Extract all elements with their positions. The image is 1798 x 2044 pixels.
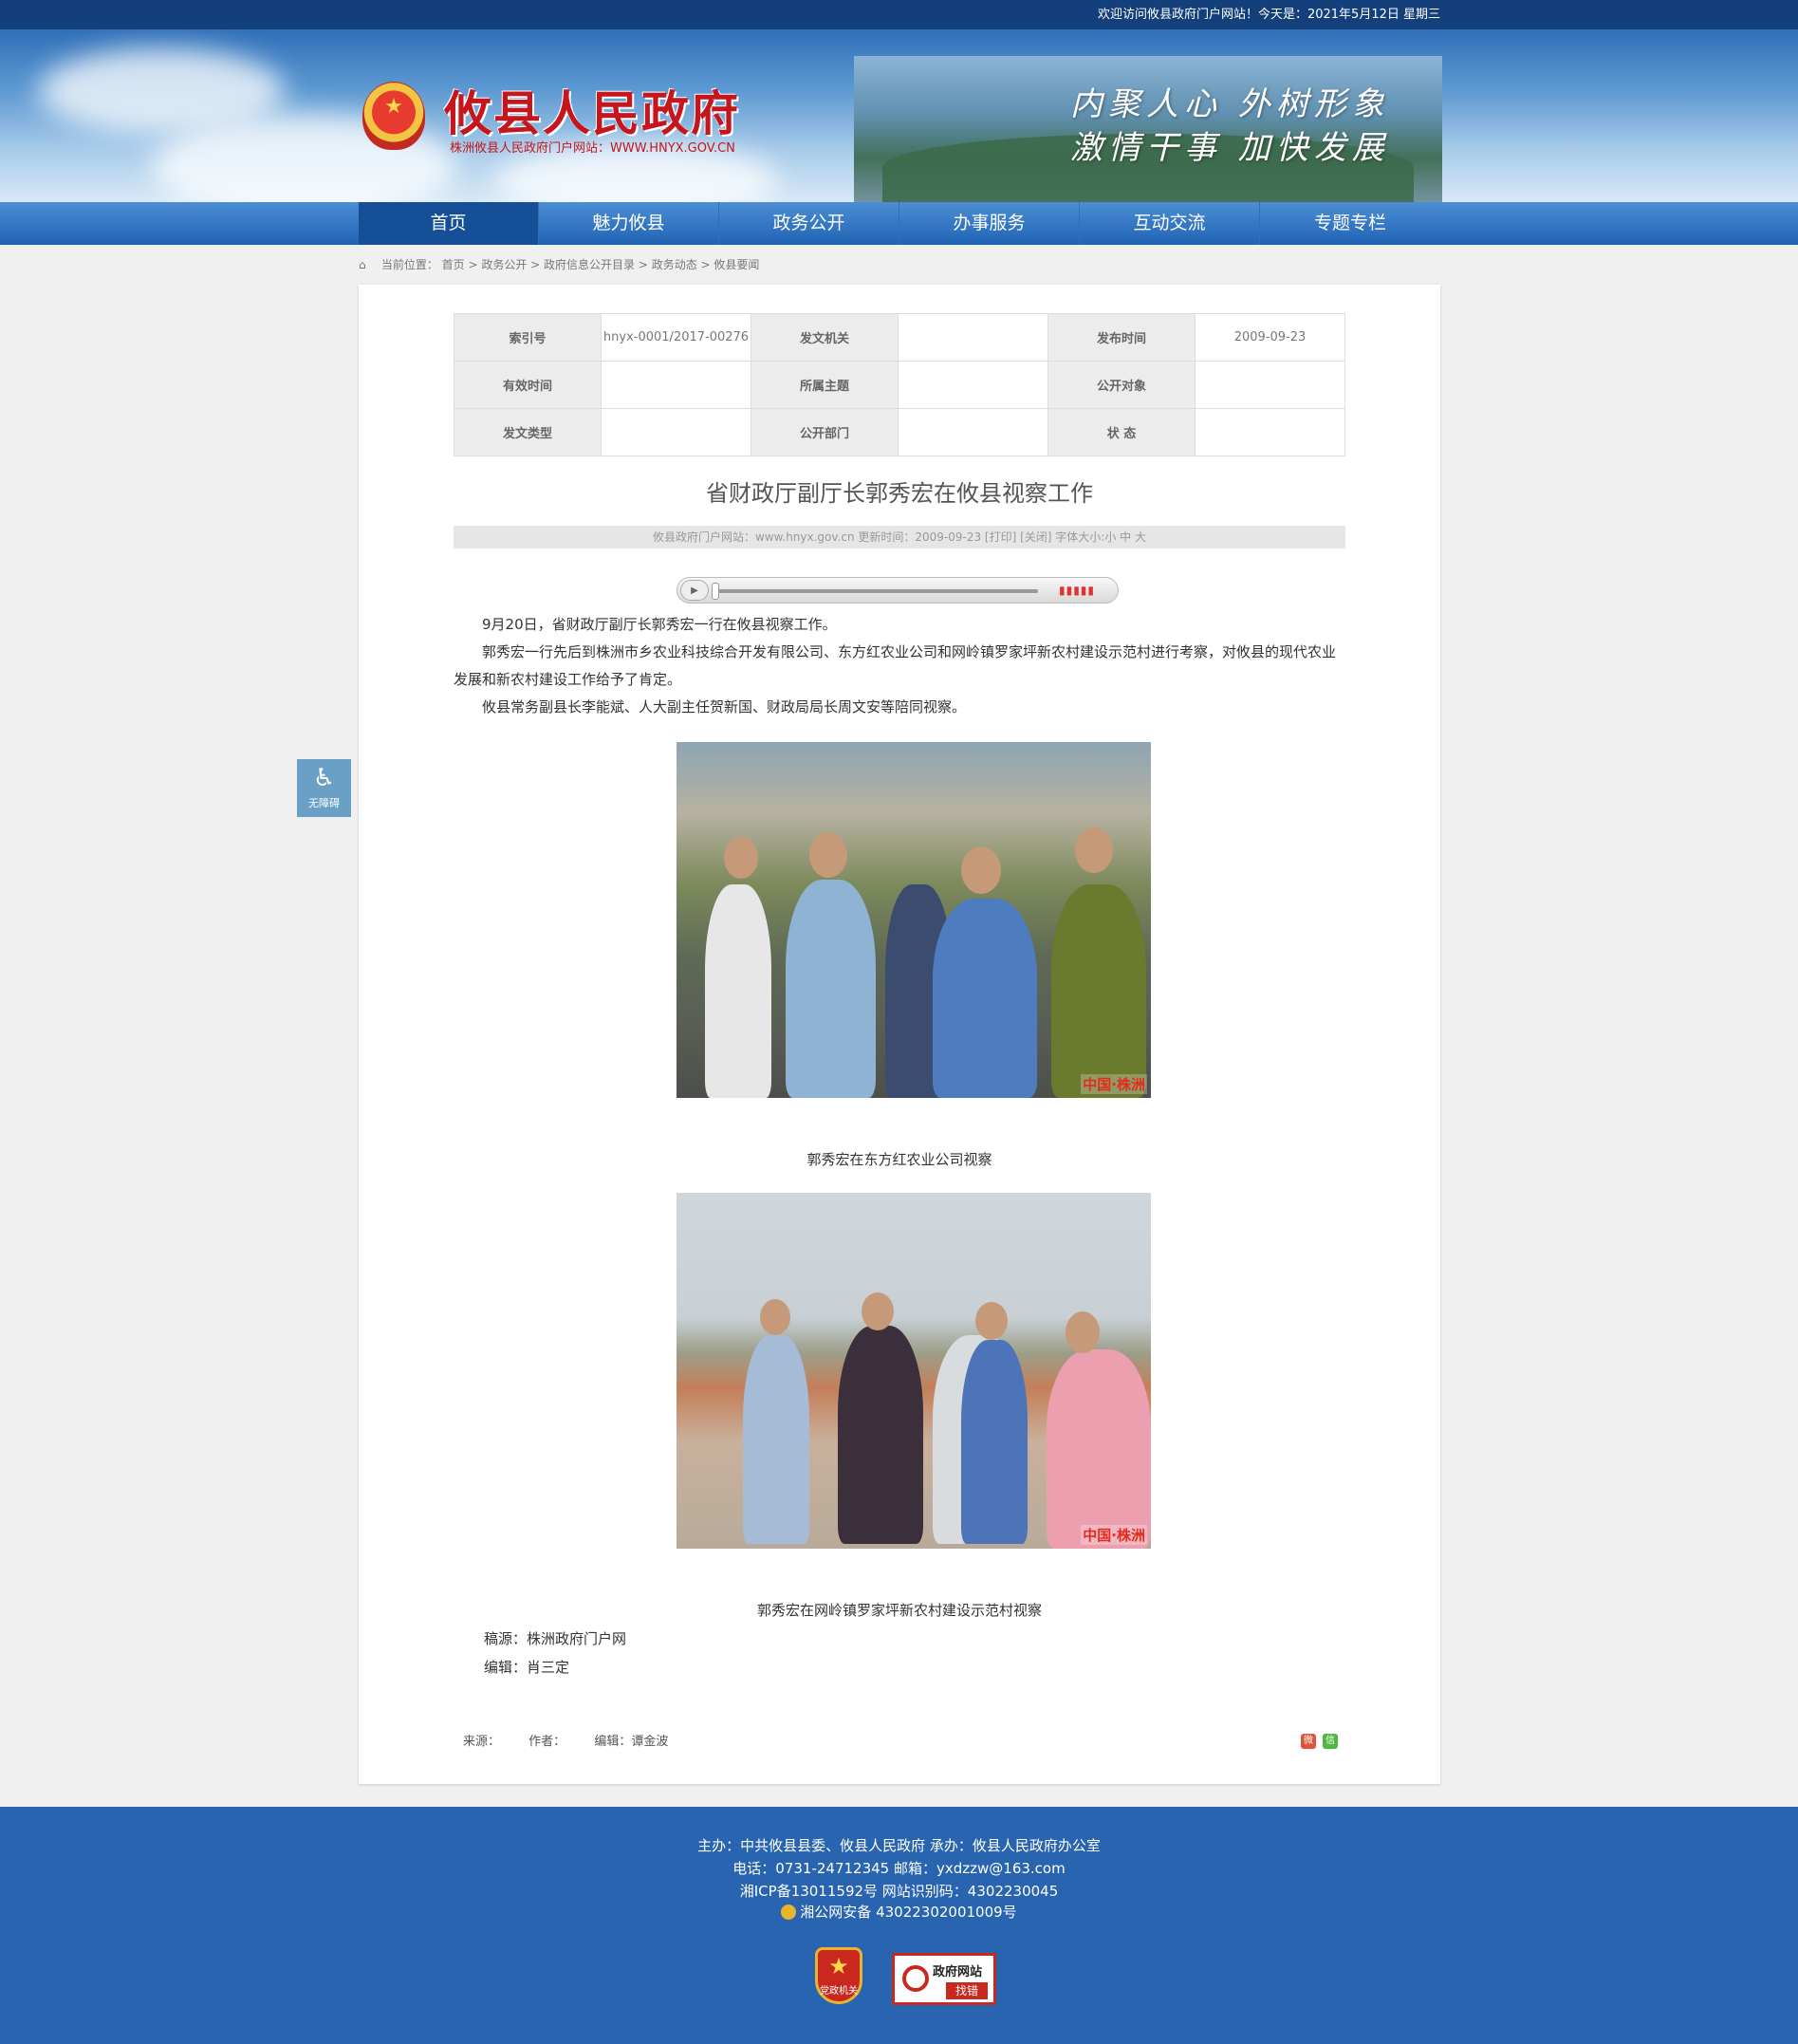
article-source-credit: 稿源：株洲政府门户网 (484, 1630, 627, 1647)
photo-figure (975, 1302, 1008, 1340)
footer-contact: 电话：0731-24712345 邮箱：yxdzzw@163.com (732, 1860, 1066, 1877)
photo-figure (961, 846, 1001, 894)
breadcrumb-path[interactable]: 首页 > 政务公开 > 政府信息公开目录 > 政务动态 > 攸县要闻 (442, 258, 760, 271)
meta-label: 发文类型 (454, 408, 602, 456)
report-error-action: 找错 (946, 1982, 988, 1999)
photo-figure (838, 1326, 923, 1544)
photo-figure (862, 1292, 894, 1330)
slogan-line-2: 激情干事 加快发展 (1070, 129, 1390, 167)
nav-item-gov-affairs[interactable]: 政务公开 (719, 202, 899, 245)
meta-value (898, 408, 1048, 456)
meta-label: 索引号 (454, 313, 602, 362)
article-info-bar[interactable]: 攸县政府门户网站：www.hnyx.gov.cn 更新时间：2009-09-23… (454, 526, 1345, 548)
photo-figure (786, 880, 876, 1098)
photo-caption-1: 郭秀宏在东方红农业公司视察 (806, 1151, 992, 1168)
article-paragraph: 郭秀宏一行先后到株洲市乡农业科技综合开发有限公司、东方红农业公司和网岭镇罗家坪新… (454, 643, 1337, 688)
article-paragraph: 9月20日，省财政厅副厅长郭秀宏一行在攸县视察工作。 (482, 616, 837, 633)
meta-value (1195, 408, 1345, 456)
meta-label: 状 态 (1047, 408, 1196, 456)
police-record-text: 湘公网安备 43022302001009号 (800, 1904, 1017, 1921)
meta-label: 所属主题 (751, 361, 899, 409)
photo-figure (705, 884, 771, 1098)
photo-figure (961, 1340, 1028, 1544)
badge-emblem-icon: ★ (828, 1953, 849, 1979)
source-bar: 来源： 作者： 编辑：谭金波 (463, 1731, 693, 1749)
photo-figure (760, 1299, 790, 1335)
greeting-text: 欢迎访问攸县政府门户网站！今天是：2021年5月12日 星期三 (1097, 8, 1440, 22)
party-gov-badge[interactable]: ★ 党政机关 (815, 1947, 862, 2004)
meta-label: 发布时间 (1047, 313, 1196, 362)
meta-label: 公开对象 (1047, 361, 1196, 409)
article-paragraph: 攸县常务副县长李能斌、人大副主任贺新国、财政局局长周文安等陪同视察。 (482, 698, 967, 715)
national-emblem-logo: ★ (362, 82, 425, 150)
meta-value (898, 313, 1048, 362)
photo-figure (933, 899, 1037, 1098)
meta-table: 索引号 hnyx-0001/2017-00276 发文机关 发布时间 2009-… (454, 313, 1345, 456)
photo-figure (1075, 827, 1113, 873)
photo-figure (724, 837, 758, 879)
photo-figure (809, 832, 847, 878)
report-error-badge[interactable]: 政府网站 找错 (892, 1953, 996, 2005)
nav-item-charm[interactable]: 魅力攸县 (539, 202, 719, 245)
meta-value: hnyx-0001/2017-00276 (601, 313, 751, 362)
weibo-share-icon[interactable]: 微 (1301, 1734, 1316, 1749)
nav-item-services[interactable]: 办事服务 (899, 202, 1080, 245)
article-body: 9月20日，省财政厅副厅长郭秀宏一行在攸县视察工作。 郭秀宏一行先后到株洲市乡农… (454, 611, 1345, 721)
photo-figure (1066, 1311, 1100, 1353)
footer-icp[interactable]: 湘ICP备13011592号 网站识别码：4302230045 (0, 1881, 1798, 1901)
footer-police-record[interactable]: 湘公网安备 43022302001009号 (0, 1902, 1798, 1922)
meta-label: 公开部门 (751, 408, 899, 456)
progress-track[interactable] (715, 589, 1038, 593)
slogan-line-1: 内聚人心 外树形象 (1070, 85, 1390, 123)
meta-value (601, 361, 751, 409)
main-nav: 首页 魅力攸县 政务公开 办事服务 互动交流 专题专栏 (0, 202, 1798, 245)
meta-value (601, 408, 751, 456)
article-photo-2: 中国·株洲 (677, 1193, 1151, 1549)
audio-player[interactable]: ▶ ▮▮▮▮▮ (677, 577, 1119, 604)
meta-value (898, 361, 1048, 409)
volume-icon[interactable]: ▮▮▮▮▮ (1059, 584, 1095, 597)
police-badge-icon (781, 1905, 797, 1920)
article-photo-1: 中国·株洲 (677, 742, 1151, 1098)
meta-value: 2009-09-23 (1195, 313, 1345, 362)
magnifier-icon (902, 1965, 929, 1992)
play-icon[interactable]: ▶ (680, 580, 709, 601)
site-title[interactable]: 攸县人民政府 (444, 76, 740, 144)
nav-item-topics[interactable]: 专题专栏 (1260, 202, 1440, 245)
article-editor-credit: 编辑：肖三定 (484, 1659, 570, 1676)
report-error-title: 政府网站 (933, 1965, 983, 1979)
photo-watermark: 中国·株洲 (1081, 1525, 1147, 1545)
photo-caption-2: 郭秀宏在网岭镇罗家坪新农村建设示范村视察 (756, 1602, 1042, 1619)
footer-sponsor: 主办：中共攸县县委、攸县人民政府 承办：攸县人民政府办公室 (697, 1837, 1101, 1854)
meta-label: 有效时间 (454, 361, 602, 409)
author-label: 作者： (528, 1735, 566, 1749)
nav-item-interaction[interactable]: 互动交流 (1080, 202, 1260, 245)
editor-label: 编辑：谭金波 (594, 1735, 669, 1749)
photo-figure (743, 1335, 809, 1544)
progress-handle[interactable] (712, 583, 719, 600)
header-banner (0, 29, 1798, 202)
wechat-share-icon[interactable]: 信 (1323, 1734, 1338, 1749)
top-bar: 欢迎访问攸县政府门户网站！今天是：2021年5月12日 星期三 (0, 0, 1798, 29)
site-subtitle: 株洲攸县人民政府门户网站：WWW.HNYX.GOV.CN (450, 141, 735, 156)
photo-figure (1047, 1349, 1151, 1549)
footer: 主办：中共攸县县委、攸县人民政府 承办：攸县人民政府办公室 电话：0731-24… (0, 1807, 1798, 2044)
home-icon[interactable]: ⌂ (359, 256, 372, 273)
breadcrumb-prefix: 当前位置： (380, 258, 438, 271)
meta-label: 发文机关 (751, 313, 899, 362)
article-title: 省财政厅副厅长郭秀宏在攸县视察工作 (706, 480, 1093, 507)
badge-label: 党政机关 (820, 1986, 858, 1997)
nav-item-home[interactable]: 首页 (359, 202, 539, 245)
photo-watermark: 中国·株洲 (1081, 1074, 1147, 1094)
accessibility-label: 无障碍 (308, 797, 340, 809)
source-label: 来源： (463, 1735, 501, 1749)
article-container: 索引号 hnyx-0001/2017-00276 发文机关 发布时间 2009-… (359, 285, 1440, 1784)
wheelchair-icon: ♿ (312, 764, 336, 792)
breadcrumb: ⌂ 当前位置： 首页 > 政务公开 > 政府信息公开目录 > 政务动态 > 攸县… (359, 256, 759, 273)
accessibility-button[interactable]: ♿ 无障碍 (297, 759, 351, 817)
photo-figure (1051, 884, 1146, 1098)
meta-value (1195, 361, 1345, 409)
